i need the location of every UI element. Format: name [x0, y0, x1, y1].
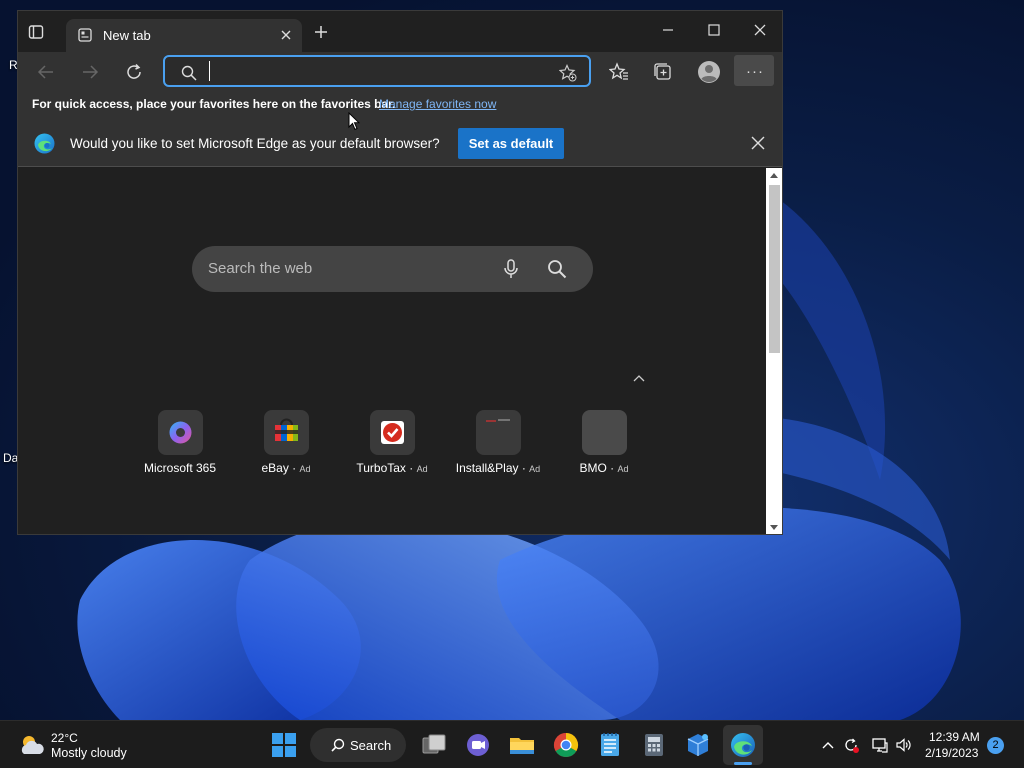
turbotax-check-icon [370, 410, 415, 455]
close-window-icon[interactable] [753, 23, 767, 37]
search-placeholder: Search the web [208, 260, 313, 277]
minimize-icon[interactable] [661, 23, 675, 37]
address-input[interactable] [209, 61, 549, 81]
web-search-box[interactable]: Search the web [192, 246, 593, 292]
bmo-tile-icon [582, 410, 627, 455]
chevron-up-icon[interactable] [820, 737, 836, 753]
edge-browser-window: New tab ··· For quick access, place your… [17, 10, 783, 535]
back-arrow-icon[interactable] [36, 62, 56, 82]
partly-cloudy-weather-icon[interactable] [18, 733, 46, 757]
install-and-play-icon [476, 410, 521, 455]
profile-avatar-icon[interactable] [697, 60, 721, 84]
quick-link-tile[interactable]: Microsoft 365 [125, 410, 235, 480]
set-as-default-button[interactable]: Set as default [458, 128, 564, 159]
taskbar-search-button[interactable]: Search [310, 728, 406, 762]
sync-alert-icon[interactable] [843, 737, 859, 753]
edge-logo-icon [34, 133, 55, 154]
clock-date[interactable]: 2/19/2023 [925, 746, 978, 760]
tab-actions-menu-icon[interactable] [28, 24, 44, 40]
tab-title: New tab [103, 28, 151, 43]
favorites-bar: For quick access, place your favorites h… [18, 92, 782, 120]
close-tab-icon[interactable] [280, 29, 292, 41]
scrollbar-thumb[interactable] [769, 185, 780, 353]
forward-arrow-icon[interactable] [80, 62, 100, 82]
refresh-icon[interactable] [124, 62, 144, 82]
microsoft-365-tile-icon [158, 410, 203, 455]
tile-label: eBay · Ad [261, 461, 311, 475]
navigation-toolbar: ··· [18, 52, 782, 92]
quick-link-tile[interactable]: Install&Play · Ad [443, 410, 553, 480]
chevron-up-icon[interactable] [632, 373, 646, 383]
favorites-bar-message: For quick access, place your favorites h… [32, 97, 396, 111]
page-scrollbar[interactable] [766, 168, 782, 534]
add-to-favorites-icon[interactable] [559, 64, 577, 82]
search-icon [331, 738, 345, 752]
favorites-icon[interactable] [609, 62, 629, 82]
scroll-up-arrow-icon[interactable] [769, 171, 779, 179]
calculator-icon[interactable] [640, 731, 668, 759]
quick-link-tile[interactable]: eBay · Ad [231, 410, 341, 480]
chrome-icon[interactable] [552, 731, 580, 759]
ebay-bag-icon [264, 410, 309, 455]
new-tab-page: Search the web Microsoft 365 eBay · Ad T… [18, 168, 766, 534]
new-tab-page-icon [78, 28, 92, 42]
store-package-icon[interactable] [684, 731, 712, 759]
taskbar: 22°C Mostly cloudy Search 12:39 AM 2/19/… [0, 720, 1024, 768]
title-bar: New tab [18, 11, 782, 52]
clock-time[interactable]: 12:39 AM [929, 730, 980, 744]
microphone-icon[interactable] [503, 259, 519, 279]
weather-description[interactable]: Mostly cloudy [51, 746, 127, 760]
new-tab-plus-icon[interactable] [314, 25, 328, 39]
tile-label: TurboTax · Ad [356, 461, 428, 475]
manage-favorites-link[interactable]: Manage favorites now [379, 97, 496, 111]
weather-temperature[interactable]: 22°C [51, 731, 78, 745]
tile-label: BMO · Ad [579, 461, 629, 475]
collections-icon[interactable] [653, 62, 673, 82]
close-infobar-icon[interactable] [751, 136, 765, 150]
tab-new-tab[interactable]: New tab [66, 19, 302, 52]
more-dots-icon: ··· [746, 63, 764, 80]
maximize-icon[interactable] [707, 23, 721, 37]
taskbar-search-label: Search [350, 738, 392, 753]
notification-count-badge[interactable]: 2 [987, 737, 1004, 754]
quick-link-tile[interactable]: TurboTax · Ad [337, 410, 447, 480]
quick-link-tile[interactable]: BMO · Ad [549, 410, 659, 480]
address-bar[interactable] [163, 55, 591, 87]
file-explorer-folder-icon[interactable] [508, 731, 536, 759]
tile-label: Microsoft 365 [143, 461, 217, 475]
settings-and-more-button[interactable]: ··· [734, 55, 774, 86]
start-windows-icon[interactable] [270, 731, 298, 759]
teams-chat-icon[interactable] [464, 731, 492, 759]
search-icon [181, 65, 197, 81]
network-display-icon[interactable] [872, 737, 888, 753]
active-app-indicator [734, 762, 752, 765]
tile-label: Install&Play · Ad [455, 461, 541, 475]
infobar-message: Would you like to set Microsoft Edge as … [70, 136, 440, 151]
volume-icon[interactable] [895, 737, 911, 753]
notepad-icon[interactable] [596, 731, 624, 759]
search-icon[interactable] [547, 259, 567, 279]
task-view-icon[interactable] [420, 731, 448, 759]
edge-browser-icon[interactable] [729, 731, 757, 759]
mouse-cursor-icon [348, 112, 360, 131]
scroll-down-arrow-icon[interactable] [769, 524, 779, 532]
default-browser-infobar: Would you like to set Microsoft Edge as … [18, 120, 782, 167]
